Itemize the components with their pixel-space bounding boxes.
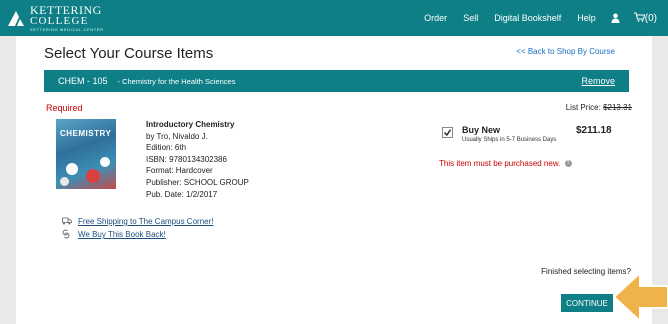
kettering-college-logo[interactable]: KETTERING COLLEGE KETTERING MEDICAL CENT… xyxy=(6,4,116,32)
logo-mark-icon xyxy=(6,8,26,28)
perk-free-shipping: Free Shipping to The Campus Corner! xyxy=(62,215,213,228)
check-icon xyxy=(443,129,452,137)
main-nav: Order Sell Digital Bookshelf Help (0) xyxy=(416,0,664,36)
shipping-estimate: Usually Ships in 5-7 Business Days xyxy=(462,137,557,143)
course-name: - Chemistry for the Health Sciences xyxy=(117,76,236,86)
list-price-label: List Price: xyxy=(565,103,601,112)
nav-help[interactable]: Help xyxy=(569,13,604,23)
continue-button[interactable]: CONTINUE xyxy=(561,294,613,312)
book-pub-date: Pub. Date: 1/2/2017 xyxy=(146,189,218,199)
remove-course-link[interactable]: Remove xyxy=(581,76,615,86)
pointer-arrow-icon xyxy=(612,270,668,324)
book-publisher: Publisher: SCHOOL GROUP xyxy=(146,177,249,187)
user-icon[interactable] xyxy=(604,13,627,23)
book-isbn: ISBN: 9780134302386 xyxy=(146,154,227,164)
logo-line-2: COLLEGE xyxy=(30,15,89,27)
info-icon[interactable]: ? xyxy=(564,160,572,168)
nav-order[interactable]: Order xyxy=(416,13,455,23)
buy-new-checkbox[interactable] xyxy=(442,127,453,138)
purchase-new-notice: This item must be purchased new. ? xyxy=(439,159,572,168)
course-code: CHEM - 105 xyxy=(58,76,108,86)
buyback-link[interactable]: We Buy This Book Back! xyxy=(78,230,166,239)
purchase-new-notice-text: This item must be purchased new. xyxy=(439,159,561,168)
list-price-value: $213.31 xyxy=(603,103,632,112)
list-price: List Price: $213.31 xyxy=(566,103,632,112)
buy-new-label: Buy New xyxy=(462,125,501,135)
cover-decoration xyxy=(86,169,100,183)
cart-button[interactable]: (0) xyxy=(627,12,664,25)
top-navigation-bar: KETTERING COLLEGE KETTERING MEDICAL CENT… xyxy=(0,0,668,36)
cover-title: CHEMISTRY xyxy=(60,129,112,138)
book-perks: Free Shipping to The Campus Corner! We B… xyxy=(62,215,213,241)
truck-icon xyxy=(62,217,74,227)
book-cover-image[interactable]: CHEMISTRY xyxy=(56,119,116,189)
cover-decoration xyxy=(100,157,110,167)
cover-decoration xyxy=(60,177,69,186)
course-items-panel: Select Your Course Items << Back to Shop… xyxy=(16,36,652,324)
perk-buyback: We Buy This Book Back! xyxy=(62,228,213,241)
cart-count: (0) xyxy=(644,12,657,24)
back-to-shop-link[interactable]: << Back to Shop By Course xyxy=(516,47,615,56)
buy-new-price: $211.18 xyxy=(576,125,612,136)
book-details: Introductory Chemistry by Tro, Nivaldo J… xyxy=(146,119,249,200)
book-author: by Tro, Nivaldo J. xyxy=(146,131,208,141)
cover-decoration xyxy=(66,163,78,175)
free-shipping-link[interactable]: Free Shipping to The Campus Corner! xyxy=(78,217,213,226)
book-edition: Edition: 6th xyxy=(146,143,187,153)
buyback-icon xyxy=(62,229,74,241)
page-title: Select Your Course Items xyxy=(44,45,214,62)
book-format: Format: Hardcover xyxy=(146,166,213,176)
course-header-bar: CHEM - 105 - Chemistry for the Health Sc… xyxy=(44,70,629,92)
nav-digital-bookshelf[interactable]: Digital Bookshelf xyxy=(486,13,569,23)
logo-line-3: KETTERING MEDICAL CENTER xyxy=(30,27,104,32)
book-title: Introductory Chemistry xyxy=(146,120,235,129)
nav-sell[interactable]: Sell xyxy=(455,13,486,23)
required-label: Required xyxy=(46,103,83,113)
cart-icon xyxy=(633,12,645,25)
